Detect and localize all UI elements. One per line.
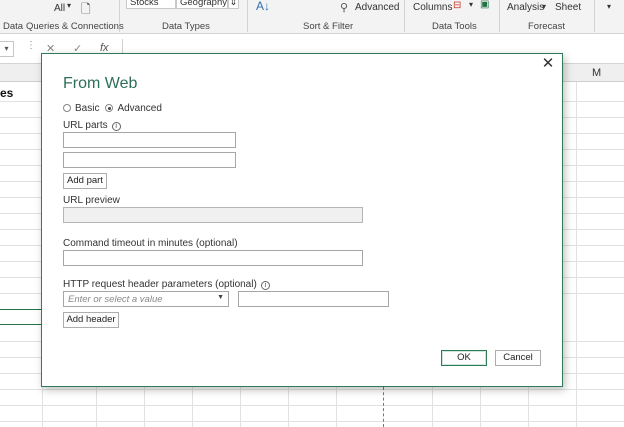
close-icon[interactable]: ✕ bbox=[540, 56, 556, 72]
grid-row-line bbox=[0, 421, 624, 422]
data-type-stocks[interactable]: Stocks bbox=[126, 0, 176, 9]
ribbon-expand-icon[interactable]: ▾ bbox=[607, 2, 611, 11]
ribbon-divider bbox=[404, 0, 405, 32]
ribbon-divider bbox=[247, 0, 248, 32]
info-icon[interactable]: i bbox=[260, 281, 270, 290]
group-label-data-types: Data Types bbox=[162, 21, 210, 32]
column-header-m[interactable]: M bbox=[592, 67, 601, 79]
properties-icon[interactable]: 🗋 bbox=[81, 0, 91, 21]
info-icon[interactable]: i bbox=[111, 122, 121, 131]
url-part-1-input[interactable] bbox=[63, 132, 236, 148]
group-label-data: Data bbox=[3, 21, 24, 32]
mode-radio-group: Basic Advanced bbox=[63, 101, 168, 115]
group-label-data-tools: Data Tools bbox=[432, 21, 477, 32]
headers-label-text: HTTP request header parameters (optional… bbox=[63, 279, 257, 290]
name-box-dropdown-icon[interactable]: ▾ bbox=[0, 41, 14, 57]
cell-header-text[interactable]: es bbox=[0, 86, 13, 100]
refresh-all-button[interactable]: All bbox=[54, 3, 65, 14]
cancel-button[interactable]: Cancel bbox=[495, 350, 541, 366]
dialog-title: From Web bbox=[63, 75, 138, 92]
headers-label: HTTP request header parameters (optional… bbox=[63, 279, 270, 290]
url-parts-label: URL parts i bbox=[63, 120, 121, 131]
radio-basic[interactable] bbox=[63, 104, 71, 112]
add-header-button[interactable]: Add header bbox=[63, 312, 119, 328]
refresh-dropdown-icon[interactable]: ▾ bbox=[67, 1, 71, 10]
header-name-combobox[interactable]: Enter or select a value ▼ bbox=[63, 291, 229, 307]
radio-basic-label[interactable]: Basic bbox=[75, 103, 99, 114]
url-parts-label-text: URL parts bbox=[63, 120, 108, 131]
chevron-down-icon[interactable]: ▼ bbox=[217, 294, 224, 301]
ok-button[interactable]: OK bbox=[441, 350, 487, 366]
grid-row-line bbox=[0, 405, 624, 406]
analysis-dropdown-icon[interactable]: ▾ bbox=[542, 2, 546, 11]
radio-advanced[interactable] bbox=[105, 104, 114, 112]
group-label-queries: Queries & Connections bbox=[26, 21, 124, 32]
header-name-placeholder: Enter or select a value bbox=[68, 294, 163, 305]
timeout-input[interactable] bbox=[63, 250, 363, 266]
data-validation-dropdown-icon[interactable]: ▾ bbox=[469, 0, 473, 9]
remove-duplicates-icon[interactable]: ⊟ bbox=[453, 0, 461, 11]
forecast-sheet-button[interactable]: Sheet bbox=[555, 2, 581, 13]
from-web-dialog: ✕ From Web Basic Advanced URL parts i Add… bbox=[41, 53, 563, 387]
advanced-filter-icon[interactable]: ⚲ bbox=[340, 1, 348, 14]
ribbon: All ▾ 🗋 Stocks Geography ⇕ A↓ ⚲ Advanced… bbox=[0, 0, 624, 34]
ribbon-divider bbox=[499, 0, 500, 32]
timeout-label: Command timeout in minutes (optional) bbox=[63, 238, 238, 249]
data-type-geography[interactable]: Geography bbox=[176, 0, 228, 9]
formula-bar-grip-icon: ⋮ bbox=[26, 40, 36, 51]
radio-advanced-label[interactable]: Advanced bbox=[117, 103, 161, 114]
page-break-line bbox=[383, 387, 384, 427]
consolidate-icon[interactable]: ▣ bbox=[480, 0, 489, 10]
group-label-forecast: Forecast bbox=[528, 21, 565, 32]
grid-row-line bbox=[0, 389, 624, 390]
group-label-sort-filter: Sort & Filter bbox=[303, 21, 354, 32]
advanced-filter-button[interactable]: Advanced bbox=[355, 2, 399, 13]
what-if-analysis-button[interactable]: Analysis bbox=[507, 2, 544, 13]
header-value-input[interactable] bbox=[238, 291, 389, 307]
ribbon-divider bbox=[594, 0, 595, 32]
data-types-scroll-icon[interactable]: ⇕ bbox=[228, 0, 239, 9]
url-preview-field bbox=[63, 207, 363, 223]
selected-cell-border bbox=[0, 309, 42, 325]
sort-az-icon[interactable]: A↓ bbox=[256, 0, 270, 13]
url-part-2-input[interactable] bbox=[63, 152, 236, 168]
add-part-button[interactable]: Add part bbox=[63, 173, 107, 189]
url-preview-label: URL preview bbox=[63, 195, 120, 206]
text-to-columns-button[interactable]: Columns bbox=[413, 2, 452, 13]
